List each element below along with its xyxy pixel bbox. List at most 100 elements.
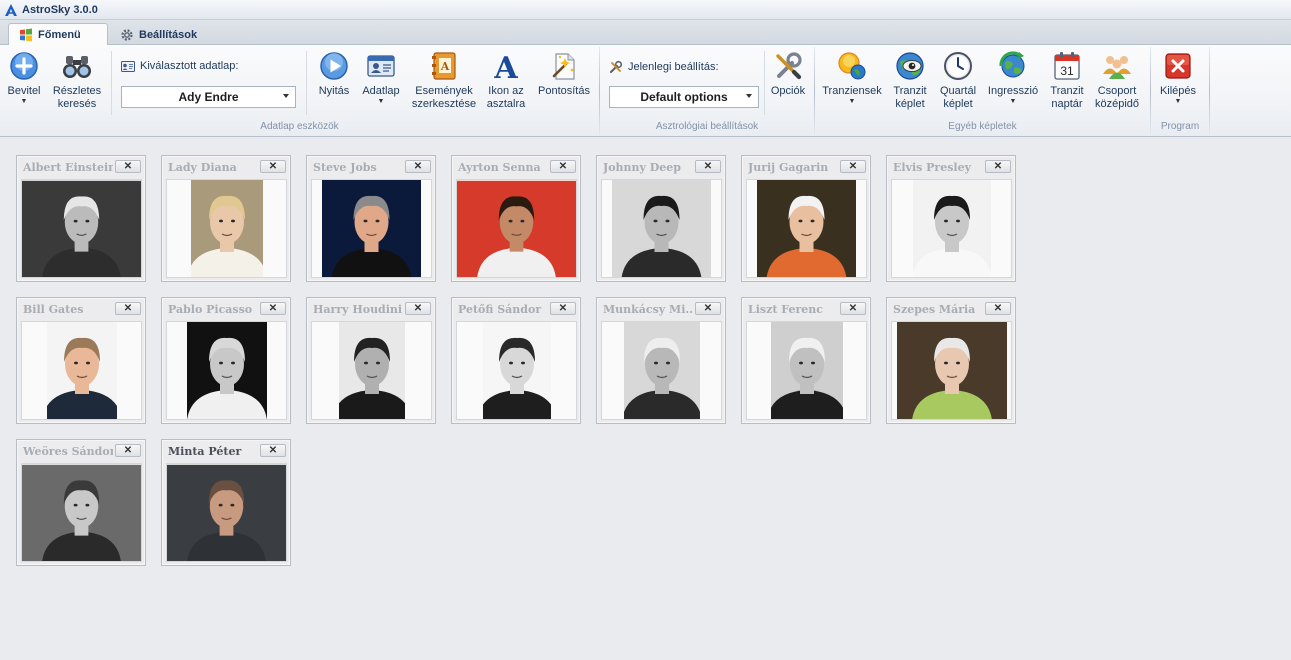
esemenyek-label-2: szerkesztése	[411, 98, 477, 110]
close-icon[interactable]: ✕	[840, 160, 866, 173]
card-header: Jurij Gagarin ✕	[742, 156, 870, 178]
chevron-down-icon	[746, 94, 752, 98]
close-icon[interactable]: ✕	[260, 160, 286, 173]
person-card-gates[interactable]: Bill Gates ✕	[16, 297, 146, 424]
portrait-image	[482, 322, 551, 419]
card-header: Pablo Picasso ✕	[162, 298, 290, 320]
person-card-minta[interactable]: Minta Péter ✕	[161, 439, 291, 566]
portrait-image	[770, 322, 843, 419]
globe-refresh-icon	[999, 51, 1025, 78]
portrait-photo	[601, 179, 722, 278]
portrait-image	[22, 464, 141, 561]
close-exit-icon	[1165, 53, 1191, 79]
card-header: Steve Jobs ✕	[307, 156, 435, 178]
close-icon[interactable]: ✕	[260, 302, 286, 315]
close-icon[interactable]: ✕	[115, 444, 141, 457]
bevitel-button[interactable]: Bevitel ▼	[6, 50, 42, 106]
close-icon[interactable]: ✕	[260, 444, 286, 457]
close-icon[interactable]: ✕	[840, 302, 866, 315]
person-card-liszt[interactable]: Liszt Ferenc ✕	[741, 297, 871, 424]
person-card-senna[interactable]: Ayrton Senna ✕	[451, 155, 581, 282]
card-header: Johnny Deep ✕	[597, 156, 725, 178]
person-card-deep[interactable]: Johnny Deep ✕	[596, 155, 726, 282]
portrait-photo	[166, 179, 287, 278]
portrait-photo	[891, 321, 1012, 420]
user-group-icon	[1103, 56, 1131, 79]
portrait-image	[22, 180, 141, 277]
pontositas-button[interactable]: Pontosítás	[535, 50, 593, 98]
ribbon: Bevitel ▼ Részletes keresés Kiválasztott…	[0, 45, 1291, 137]
portrait-image	[190, 180, 263, 277]
adatlap-select-value: Ady Endre	[178, 90, 239, 104]
wrench-screwdriver-icon	[776, 52, 802, 80]
close-icon[interactable]: ✕	[695, 160, 721, 173]
card-header: Ayrton Senna ✕	[452, 156, 580, 178]
ikon-az-asztalra-button[interactable]: A Ikon az asztalra	[484, 50, 528, 111]
person-card-petofi[interactable]: Petőfi Sándor ✕	[451, 297, 581, 424]
person-card-presley[interactable]: Elvis Presley ✕	[886, 155, 1016, 282]
person-card-einstein[interactable]: Albert Einstein ✕	[16, 155, 146, 282]
card-header: Munkácsy Mi... ✕	[597, 298, 725, 320]
nyitas-label: Nyitás	[318, 85, 350, 97]
close-icon[interactable]: ✕	[550, 160, 576, 173]
adatlap-select[interactable]: Ady Endre	[121, 86, 296, 108]
close-icon[interactable]: ✕	[985, 302, 1011, 315]
tab-fomenu[interactable]: Főmenü	[8, 23, 108, 46]
person-card-gagarin[interactable]: Jurij Gagarin ✕	[741, 155, 871, 282]
card-header: Liszt Ferenc ✕	[742, 298, 870, 320]
person-card-jobs[interactable]: Steve Jobs ✕	[306, 155, 436, 282]
person-card-weores[interactable]: Weöres Sándor ✕	[16, 439, 146, 566]
gear-icon	[121, 28, 133, 41]
separator	[111, 51, 112, 115]
csoport-label-2: középidő	[1094, 98, 1140, 110]
quartal-label-2: képlet	[943, 98, 973, 110]
close-icon[interactable]: ✕	[405, 302, 431, 315]
kilepes-label: Kilépés	[1159, 85, 1197, 97]
card-title: Steve Jobs	[313, 161, 377, 174]
chart-workspace: Albert Einstein ✕ Lady Diana ✕ Steve Job…	[0, 138, 1291, 660]
person-card-diana[interactable]: Lady Diana ✕	[161, 155, 291, 282]
id-card-icon	[121, 60, 135, 72]
svg-text:A: A	[440, 60, 450, 73]
card-header: Weöres Sándor ✕	[17, 440, 145, 462]
close-icon[interactable]: ✕	[405, 160, 431, 173]
card-header: Lady Diana ✕	[162, 156, 290, 178]
card-title: Albert Einstein	[23, 161, 113, 174]
esemenyek-szerkesztese-button[interactable]: A Események szerkesztése	[410, 50, 478, 111]
portrait-image	[186, 322, 267, 419]
person-card-picasso[interactable]: Pablo Picasso ✕	[161, 297, 291, 424]
close-icon[interactable]: ✕	[985, 160, 1011, 173]
adatlap-button[interactable]: Adatlap ▼	[360, 50, 402, 106]
portrait-image	[757, 180, 856, 277]
ingresszio-button[interactable]: Ingresszió ▼	[985, 50, 1041, 106]
tranzit-naptar-label-2: naptár	[1051, 98, 1083, 110]
opciok-button[interactable]: Opciók	[768, 50, 808, 98]
reszletes-kereses-button[interactable]: Részletes keresés	[52, 50, 102, 111]
kilepes-button[interactable]: Kilépés ▼	[1156, 50, 1200, 106]
tranzit-naptar-button[interactable]: 31 Tranzit naptár	[1047, 50, 1087, 111]
person-card-szepes[interactable]: Szepes Mária ✕	[886, 297, 1016, 424]
close-icon[interactable]: ✕	[115, 160, 141, 173]
kivalasztott-adatlap-text: Kiválasztott adatlap:	[140, 60, 239, 72]
portrait-image	[912, 180, 991, 277]
card-header: Bill Gates ✕	[17, 298, 145, 320]
nyitas-button[interactable]: Nyitás	[315, 50, 353, 98]
close-icon[interactable]: ✕	[695, 302, 721, 315]
portrait-photo	[311, 179, 432, 278]
close-icon[interactable]: ✕	[550, 302, 576, 315]
tranzit-keplet-button[interactable]: Tranzit képlet	[890, 50, 930, 111]
ingresszio-label: Ingresszió	[987, 85, 1039, 97]
close-icon[interactable]: ✕	[115, 302, 141, 315]
window-title: AstroSky 3.0.0	[22, 3, 98, 16]
csoport-kozepido-button[interactable]: Csoport középidő	[1092, 50, 1142, 111]
tranziensek-button[interactable]: Tranziensek ▼	[820, 50, 884, 106]
person-card-houdini[interactable]: Harry Houdini ✕	[306, 297, 436, 424]
windows-flag-icon	[20, 28, 32, 42]
tab-label: Beállítások	[139, 28, 198, 41]
person-card-munkacsy[interactable]: Munkácsy Mi... ✕	[596, 297, 726, 424]
card-title: Munkácsy Mi...	[603, 303, 693, 316]
quartal-keplet-button[interactable]: Quartál képlet	[937, 50, 979, 111]
tab-beallitasok[interactable]: Beállítások	[110, 23, 220, 46]
card-title: Petőfi Sándor	[458, 303, 542, 316]
beallitas-select[interactable]: Default options	[609, 86, 759, 108]
